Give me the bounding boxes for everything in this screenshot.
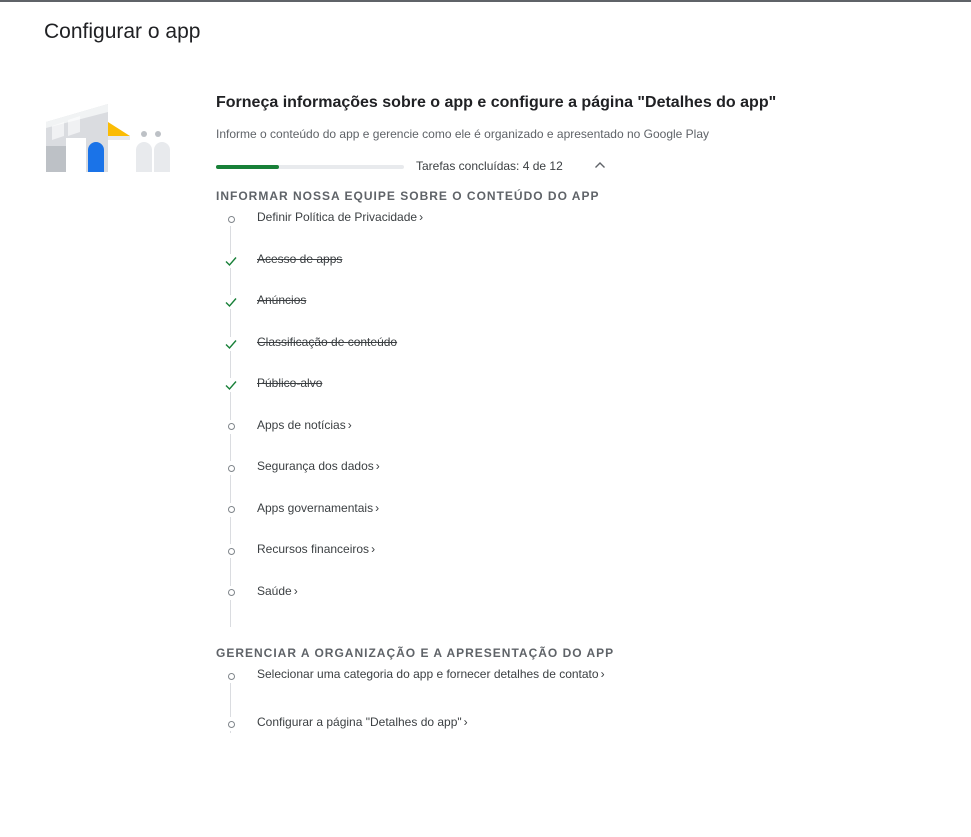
circle-icon [224,669,238,683]
check-icon [224,295,238,309]
section-subtitle: Informe o conteúdo do app e gerencie com… [216,127,710,141]
circle-icon [224,419,238,434]
page-title: Configurar o app [44,20,201,43]
task-label[interactable]: Configurar a página "Detalhes do app" › [257,715,468,729]
task-item[interactable]: Configurar a página "Detalhes do app" › [216,713,956,761]
group-title-presentation: GERENCIAR A ORGANIZAÇÃO E A APRESENTAÇÃO… [216,646,615,660]
task-item: Acesso de apps [216,250,956,292]
circle-icon [224,502,238,517]
task-item[interactable]: Apps de notícias › [216,416,956,458]
task-item: Anúncios [216,291,956,333]
task-item: Classificação de conteúdo [216,333,956,375]
task-label: Classificação de conteúdo [257,334,398,349]
top-divider [0,0,971,2]
chevron-right-icon: › [375,459,380,473]
task-list-content: Definir Política de Privacidade › Acesso d… [216,208,956,637]
chevron-right-icon: › [347,417,352,432]
setup-section: Forneça informações sobre o app e config… [216,92,956,761]
task-item[interactable]: Segurança dos dados › [216,457,956,499]
check-icon [224,336,238,351]
chevron-up-icon[interactable] [592,157,608,173]
task-label: Público-alvo [257,376,323,390]
check-icon [224,378,238,392]
progress-row: Tarefas concluídas: 4 de 12 [216,156,956,176]
chevron-right-icon: › [600,667,605,681]
task-label[interactable]: Selecionar uma categoria do app e fornec… [257,667,605,681]
task-item[interactable]: Saúde › [216,582,956,624]
circle-icon [224,212,238,226]
chevron-right-icon: › [293,583,298,598]
circle-icon [224,717,238,731]
circle-icon [224,544,238,558]
task-item[interactable]: Recursos financeiros › [216,540,956,582]
task-item: Público-alvo [216,374,956,416]
task-label[interactable]: Saúde › [257,584,298,598]
chevron-right-icon: › [371,542,376,556]
chevron-right-icon: › [375,500,380,515]
chevron-right-icon: › [463,715,468,729]
task-label[interactable]: Apps governamentais › [257,501,379,515]
task-label: Acesso de apps [257,251,343,266]
task-label[interactable]: Apps de notícias › [257,418,352,432]
task-item[interactable]: Definir Política de Privacidade › [216,208,956,250]
check-icon [224,253,238,268]
app-setup-illustration [46,104,170,172]
task-label[interactable]: Recursos financeiros › [257,542,375,556]
circle-icon [224,461,238,475]
chevron-right-icon: › [419,210,424,224]
group-title-content: INFORMAR NOSSA EQUIPE SOBRE O CONTEÚDO D… [216,189,600,203]
progress-bar-fill [216,165,279,169]
progress-bar [216,165,404,169]
task-item[interactable]: Apps governamentais › [216,499,956,541]
task-list-presentation: Selecionar uma categoria do app e fornec… [216,665,956,761]
circle-icon [224,585,238,600]
task-item[interactable]: Selecionar uma categoria do app e fornec… [216,665,956,713]
task-label[interactable]: Segurança dos dados › [257,459,380,473]
task-label: Anúncios [257,293,307,307]
progress-text: Tarefas concluídas: 4 de 12 [416,159,563,173]
task-label[interactable]: Definir Política de Privacidade › [257,210,423,224]
section-heading: Forneça informações sobre o app e config… [216,94,777,111]
